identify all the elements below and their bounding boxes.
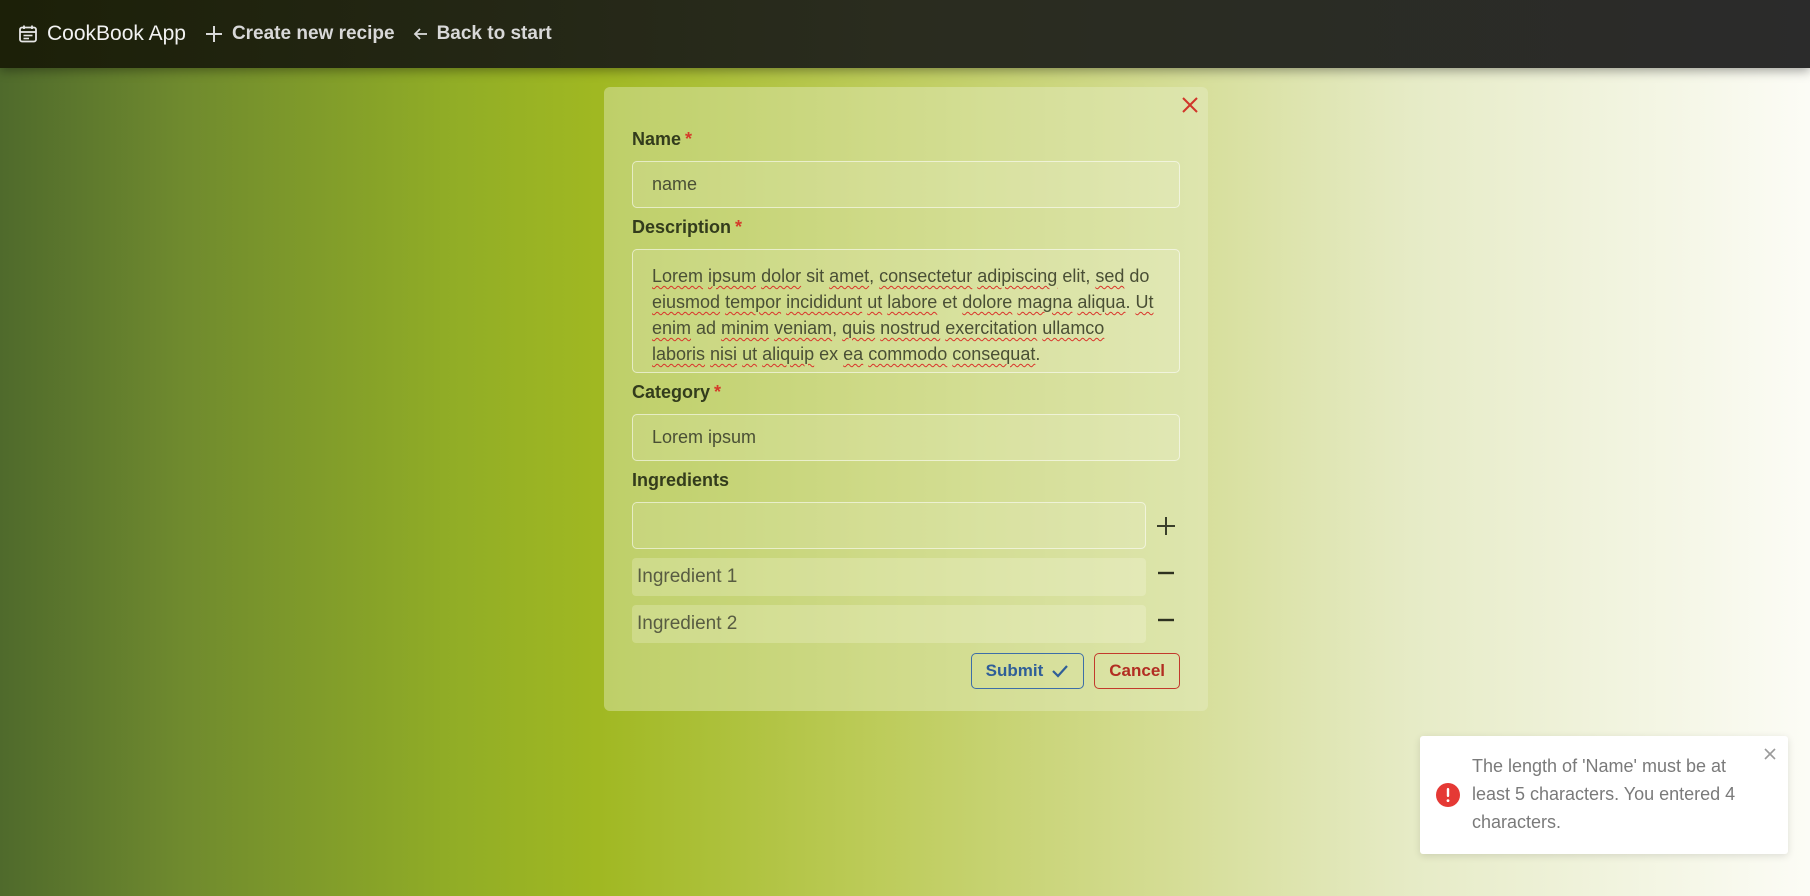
ingredient-item: Ingredient 1 — [632, 558, 1147, 596]
misspelled-word: consectetur — [879, 266, 973, 286]
error-icon — [1436, 783, 1460, 807]
category-label-text: Category — [632, 382, 711, 402]
misspelled-word: magna — [1017, 292, 1073, 312]
navbar: CookBook App Create new recipe Back to s… — [0, 0, 1810, 68]
cancel-label: Cancel — [1109, 661, 1165, 680]
remove-ingredient-button[interactable] — [1152, 559, 1180, 587]
ingredients-label: Ingredients — [632, 470, 730, 490]
description-label: Description * — [632, 215, 1180, 239]
submit-button[interactable]: Submit — [970, 653, 1085, 689]
toast-message: The length of 'Name' must be at least 5 … — [1472, 756, 1736, 832]
misspelled-word: adipiscing — [977, 266, 1058, 286]
required-mark: * — [714, 382, 722, 402]
form-actions: Submit Cancel — [632, 653, 1180, 689]
cancel-button[interactable]: Cancel — [1094, 653, 1180, 689]
misspelled-word: aliqua — [1077, 292, 1126, 312]
misspelled-word: Ut — [1135, 292, 1154, 312]
description-text: elit, — [1057, 266, 1096, 286]
recipe-form: Name * name Description * Lorem ipsum dolo… — [632, 127, 1180, 689]
misspelled-word: ipsum — [708, 266, 757, 286]
misspelled-word: dolore — [962, 292, 1013, 312]
description-text: do — [1124, 266, 1150, 286]
ingredient-row: Ingredient 1 — [632, 549, 1180, 596]
misspelled-word: minim — [721, 318, 770, 338]
close-icon — [1764, 748, 1776, 760]
misspelled-word: ut — [867, 292, 883, 312]
misspelled-word: consequat — [952, 344, 1036, 364]
arrow-left-icon — [413, 28, 427, 40]
description-label-text: Description — [632, 217, 732, 237]
misspelled-word: labore — [887, 292, 938, 312]
plus-icon — [1157, 516, 1176, 535]
misspelled-word: enim — [652, 318, 692, 338]
misspelled-word: amet — [829, 266, 870, 286]
brand-title: CookBook App — [47, 22, 186, 45]
description-text: , — [869, 266, 880, 286]
close-form-button[interactable] — [1178, 93, 1202, 117]
ingredient-row: Ingredient 2 — [632, 596, 1180, 643]
description-textarea[interactable]: Lorem ipsum dolor sit amet, consectetur … — [632, 249, 1180, 373]
misspelled-word: nisi — [710, 344, 738, 364]
ingredient-item: Ingredient 2 — [632, 605, 1147, 643]
misspelled-word: sed — [1095, 266, 1125, 286]
misspelled-word: quis — [842, 318, 876, 338]
remove-ingredient-button[interactable] — [1152, 606, 1180, 634]
back-to-start-label: Back to start — [436, 23, 552, 44]
misspelled-word: aliquip — [762, 344, 815, 364]
description-text: et — [937, 292, 963, 312]
description-text: , — [832, 318, 843, 338]
misspelled-word: laboris — [652, 344, 706, 364]
required-mark: * — [735, 217, 743, 237]
new-ingredient-row — [632, 492, 1180, 549]
misspelled-word: ea — [843, 344, 864, 364]
name-label-text: Name — [632, 129, 682, 149]
misspelled-word: tempor — [725, 292, 782, 312]
misspelled-word: eiusmod — [652, 292, 721, 312]
create-recipe-link[interactable]: Create new recipe — [204, 23, 395, 45]
add-ingredient-button[interactable] — [1152, 512, 1180, 540]
description-text: . — [1035, 344, 1041, 364]
check-icon — [1052, 665, 1069, 678]
description-text: sit — [801, 266, 830, 286]
description-text: ex — [814, 344, 844, 364]
misspelled-word: incididunt — [786, 292, 863, 312]
misspelled-word: commodo — [868, 344, 948, 364]
misspelled-word: nostrud — [880, 318, 941, 338]
minus-icon — [1158, 618, 1175, 621]
category-input[interactable]: Lorem ipsum — [632, 414, 1180, 461]
misspelled-word: dolor — [761, 266, 802, 286]
misspelled-word: veniam — [774, 318, 833, 338]
misspelled-word: Lorem — [652, 266, 704, 286]
name-label: Name * — [632, 127, 1180, 151]
name-input-value: name — [652, 174, 698, 194]
required-mark: * — [685, 129, 693, 149]
new-ingredient-input[interactable] — [632, 502, 1147, 549]
description-text: . — [1125, 292, 1136, 312]
minus-icon — [1158, 571, 1175, 574]
back-to-start-link[interactable]: Back to start — [413, 23, 552, 45]
plus-icon — [205, 26, 222, 42]
brand-link[interactable]: CookBook App — [18, 22, 186, 46]
misspelled-word: exercitation — [945, 318, 1038, 338]
close-icon — [1182, 97, 1198, 113]
category-input-value: Lorem ipsum — [652, 427, 757, 447]
misspelled-word: ut — [742, 344, 758, 364]
recipe-form-card: Name * name Description * Lorem ipsum dolo… — [604, 87, 1208, 711]
category-label: Category * — [632, 380, 1180, 404]
misspelled-word: ullamco — [1042, 318, 1105, 338]
calendar-icon — [19, 25, 37, 43]
error-toast: The length of 'Name' must be at least 5 … — [1420, 736, 1788, 854]
toast-close-button[interactable] — [1762, 746, 1778, 762]
description-text: ad — [691, 318, 722, 338]
submit-label: Submit — [985, 661, 1044, 680]
create-recipe-label: Create new recipe — [231, 23, 395, 44]
name-input[interactable]: name — [632, 161, 1180, 208]
